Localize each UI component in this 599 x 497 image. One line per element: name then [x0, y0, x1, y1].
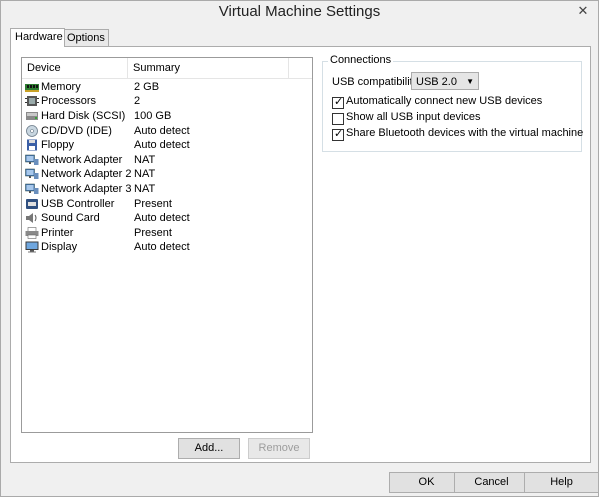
- cancel-button[interactable]: Cancel: [454, 472, 529, 493]
- column-header-device[interactable]: Device: [22, 58, 128, 78]
- network-adapter-icon: [25, 168, 39, 179]
- show-usb-input-checkbox[interactable]: [332, 113, 344, 125]
- device-name: Printer: [41, 227, 74, 239]
- hardware-panel: Device Summary Memory 2 GB Processors 2 …: [10, 46, 591, 463]
- checkmark-icon: ✓: [334, 128, 344, 140]
- help-button[interactable]: Help: [524, 472, 599, 493]
- floppy-icon: [27, 139, 37, 151]
- memory-icon: [25, 84, 39, 92]
- usb-controller-icon: [26, 199, 38, 209]
- device-row-floppy[interactable]: Floppy Auto detect: [22, 138, 312, 152]
- share-bluetooth-checkbox[interactable]: ✓: [332, 128, 344, 141]
- device-row-display[interactable]: Display Auto detect: [22, 240, 312, 254]
- device-summary: Auto detect: [134, 241, 190, 253]
- printer-icon: [25, 227, 39, 239]
- device-name: Floppy: [41, 139, 75, 151]
- device-row-memory[interactable]: Memory 2 GB: [22, 80, 312, 94]
- device-summary: NAT: [134, 183, 156, 195]
- hard-disk-icon: [26, 112, 38, 120]
- device-row-sound-card[interactable]: Sound Card Auto detect: [22, 211, 312, 225]
- sound-card-icon: [26, 213, 37, 223]
- device-row-processors[interactable]: Processors 2: [22, 94, 312, 108]
- processor-icon: [25, 96, 39, 106]
- cd-dvd-icon: [26, 125, 38, 137]
- show-usb-input-label[interactable]: Show all USB input devices: [346, 111, 481, 123]
- device-name: Network Adapter 2: [41, 168, 132, 180]
- device-summary: Present: [134, 227, 172, 239]
- auto-connect-label[interactable]: Automatically connect new USB devices: [346, 95, 542, 107]
- device-name: USB Controller: [41, 198, 115, 210]
- device-row-printer[interactable]: Printer Present: [22, 226, 312, 240]
- remove-button[interactable]: Remove: [248, 438, 310, 459]
- network-adapter-icon: [25, 183, 39, 194]
- usb-compatibility-select[interactable]: USB 2.0 ▼: [411, 72, 479, 90]
- share-bluetooth-label[interactable]: Share Bluetooth devices with the virtual…: [346, 127, 583, 139]
- display-icon: [25, 241, 39, 253]
- chevron-down-icon: ▼: [466, 77, 474, 86]
- add-button[interactable]: Add...: [178, 438, 240, 459]
- ok-button[interactable]: OK: [389, 472, 464, 493]
- device-summary: NAT: [134, 154, 156, 166]
- device-name: Hard Disk (SCSI): [41, 110, 126, 122]
- device-row-hard-disk[interactable]: Hard Disk (SCSI) 100 GB: [22, 109, 312, 123]
- checkmark-icon: ✓: [334, 96, 344, 108]
- window-title: Virtual Machine Settings: [218, 3, 381, 20]
- usb-compatibility-label: USB compatibility:: [332, 76, 422, 88]
- device-summary: NAT: [134, 168, 156, 180]
- settings-window: Virtual Machine Settings ✕ Hardware Opti…: [0, 0, 599, 497]
- device-name: Processors: [41, 95, 97, 107]
- device-name: Network Adapter 3: [41, 183, 132, 195]
- list-header: Device Summary: [22, 58, 312, 79]
- device-summary: 2: [134, 95, 141, 107]
- title-bar: Virtual Machine Settings ✕: [1, 1, 598, 23]
- device-row-usb-controller[interactable]: USB Controller Present: [22, 197, 312, 211]
- device-summary: Auto detect: [134, 212, 190, 224]
- device-list[interactable]: Device Summary Memory 2 GB Processors 2 …: [21, 57, 313, 433]
- tab-hardware[interactable]: Hardware: [10, 28, 65, 47]
- device-name: Sound Card: [41, 212, 100, 224]
- device-summary: Present: [134, 198, 172, 210]
- device-row-network-adapter-2[interactable]: Network Adapter 2 NAT: [22, 167, 312, 181]
- connections-legend: Connections: [328, 54, 394, 66]
- device-summary: Auto detect: [134, 139, 190, 151]
- device-row-network-adapter[interactable]: Network Adapter NAT: [22, 153, 312, 167]
- column-header-summary[interactable]: Summary: [128, 58, 289, 78]
- device-name: Network Adapter: [41, 154, 123, 166]
- close-icon[interactable]: ✕: [574, 3, 592, 19]
- auto-connect-checkbox[interactable]: ✓: [332, 96, 344, 109]
- connections-group: Connections USB compatibility: USB 2.0 ▼…: [322, 54, 583, 152]
- device-summary: Auto detect: [134, 125, 190, 137]
- device-name: Display: [41, 241, 78, 253]
- device-row-cd-dvd[interactable]: CD/DVD (IDE) Auto detect: [22, 124, 312, 138]
- device-name: Memory: [41, 81, 81, 93]
- device-row-network-adapter-3[interactable]: Network Adapter 3 NAT: [22, 182, 312, 196]
- device-summary: 100 GB: [134, 110, 172, 122]
- device-name: CD/DVD (IDE): [41, 125, 112, 137]
- device-summary: 2 GB: [134, 81, 160, 93]
- tab-options[interactable]: Options: [62, 29, 109, 46]
- network-adapter-icon: [25, 154, 39, 165]
- usb-compatibility-value: USB 2.0: [416, 76, 457, 88]
